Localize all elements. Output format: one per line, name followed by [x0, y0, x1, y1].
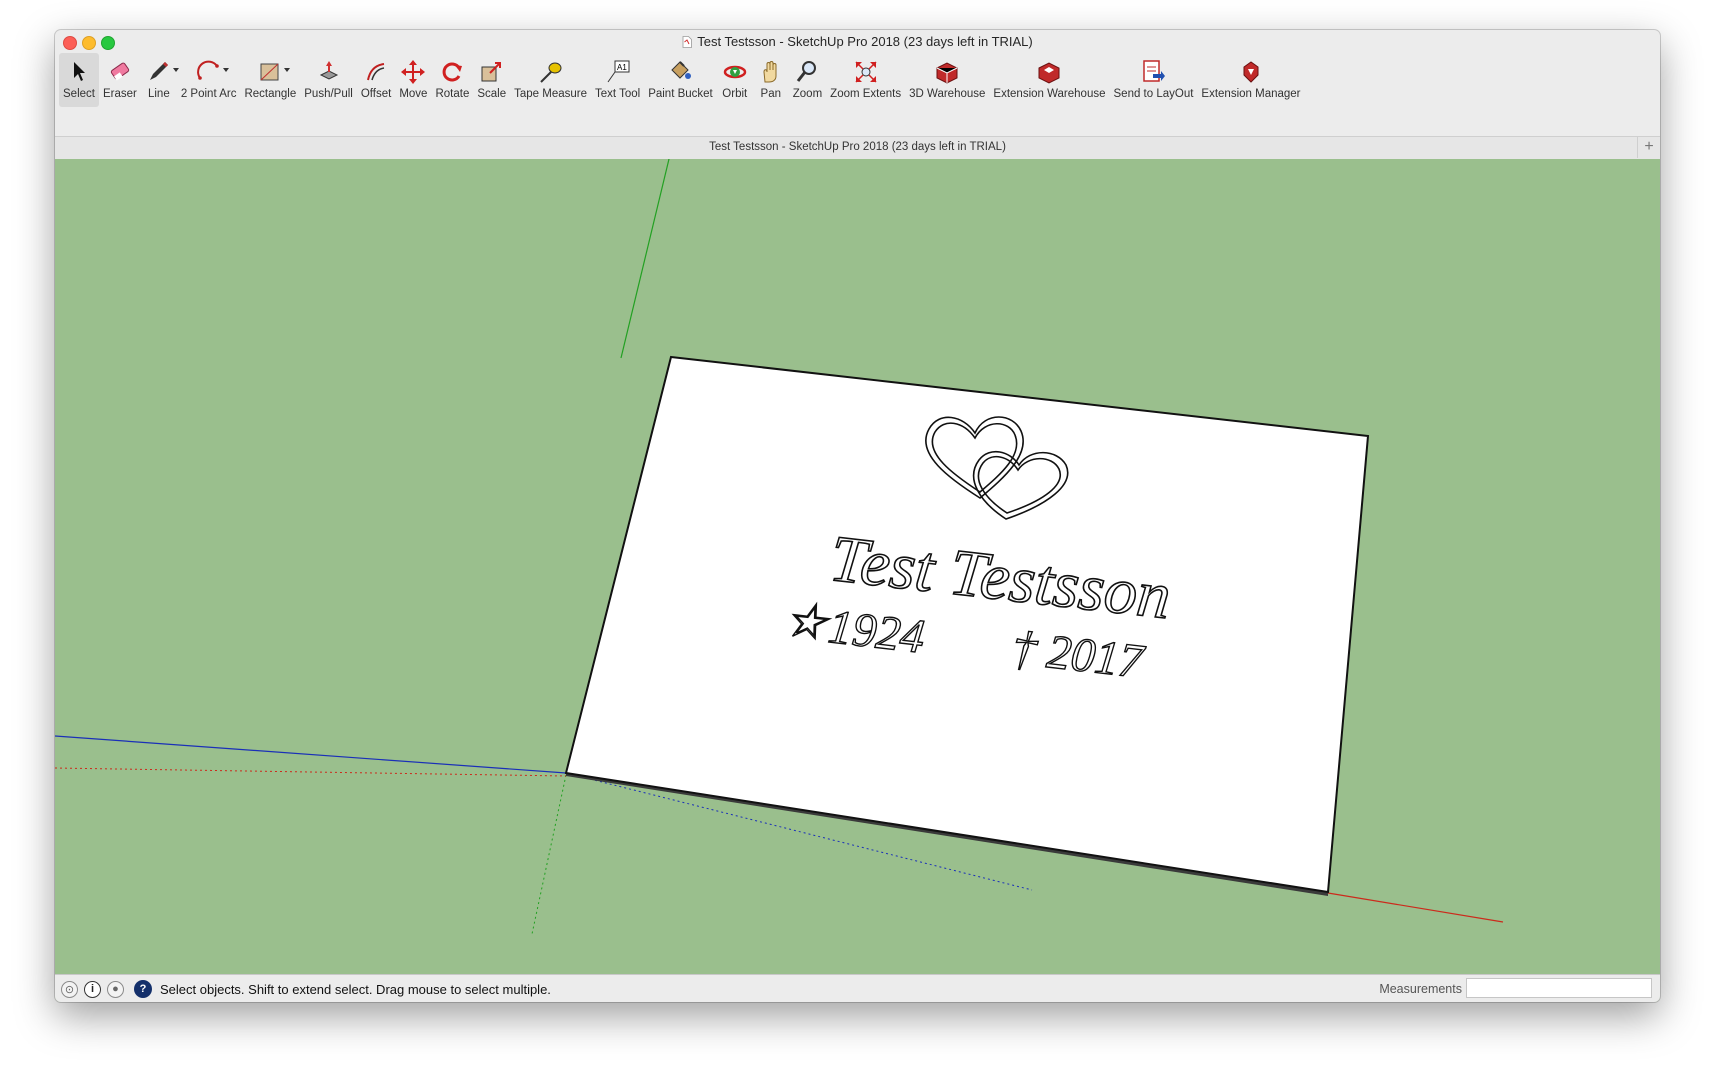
- tool-label: Send to LayOut: [1113, 88, 1194, 100]
- status-bar: ⊙ i ● ? Select objects. Shift to extend …: [55, 974, 1660, 1002]
- orbit-icon: [721, 59, 749, 85]
- tool-label: Extension Manager: [1201, 88, 1301, 100]
- tool-scale-button[interactable]: Scale: [473, 53, 510, 107]
- tool-offset-button[interactable]: Offset: [357, 53, 395, 107]
- tool-zoom-button[interactable]: Zoom: [789, 53, 826, 107]
- zoom-extents-icon: [852, 59, 880, 85]
- credits-info-icon[interactable]: i: [84, 980, 101, 998]
- tape-measure-icon: [537, 59, 565, 85]
- tool-label: Text Tool: [595, 88, 641, 100]
- extension-warehouse-icon: [1035, 59, 1063, 85]
- 3d-warehouse-icon: [933, 59, 961, 85]
- tool-rotate-button[interactable]: Rotate: [431, 53, 473, 107]
- tool-label: Orbit: [722, 88, 748, 100]
- tool-rectangle-button[interactable]: Rectangle: [240, 53, 300, 107]
- tool-tape-measure-button[interactable]: Tape Measure: [510, 53, 591, 107]
- tool-send-to-layout-button[interactable]: Send to LayOut: [1110, 53, 1198, 107]
- select-arrow-icon: [65, 59, 93, 85]
- tool-label: Eraser: [102, 88, 137, 100]
- tool-line-button[interactable]: Line: [141, 53, 179, 107]
- tool-orbit-button[interactable]: Orbit: [717, 53, 753, 107]
- geo-location-icon[interactable]: ⊙: [61, 980, 78, 998]
- tool-move-button[interactable]: Move: [395, 53, 431, 107]
- large-tool-set-toolbar: Select Eraser Line 2 Point Arc Rectangle Push…: [55, 53, 1660, 136]
- tool-label: Tape Measure: [514, 88, 587, 100]
- document-icon: [682, 35, 693, 48]
- scene-tab-bar: Test Testsson - SketchUp Pro 2018 (23 da…: [55, 136, 1660, 160]
- tool-label: Pan: [760, 88, 781, 100]
- tool-extension-manager-button[interactable]: Extension Manager: [1197, 53, 1304, 107]
- rectangle-icon: [256, 59, 291, 85]
- death-year: 2017: [1044, 625, 1147, 689]
- blue-axis: [55, 735, 567, 774]
- text-tool-icon: A1: [604, 59, 632, 85]
- extension-manager-icon: [1237, 59, 1265, 85]
- paint-bucket-icon: [666, 59, 694, 85]
- measurements-input[interactable]: [1466, 978, 1652, 998]
- offset-icon: [362, 59, 390, 85]
- tool-label: 3D Warehouse: [909, 88, 986, 100]
- tool-label: Extension Warehouse: [993, 88, 1106, 100]
- send-to-layout-icon: [1139, 59, 1167, 85]
- green-axis: [620, 159, 670, 359]
- zoom-window-button[interactable]: [101, 36, 115, 50]
- close-window-button[interactable]: [63, 36, 77, 50]
- tool-eraser-button[interactable]: Eraser: [99, 53, 141, 107]
- tool-label: Move: [399, 88, 428, 100]
- tool-extension-warehouse-button[interactable]: Extension Warehouse: [989, 53, 1109, 107]
- scale-icon: [478, 59, 506, 85]
- modeling-viewport[interactable]: Test Testsson ☆ 1924 † 2017: [55, 159, 1660, 1002]
- chevron-down-icon[interactable]: [222, 68, 229, 72]
- title-bar: Test Testsson - SketchUp Pro 2018 (23 da…: [55, 30, 1660, 53]
- push-pull-icon: [315, 59, 343, 85]
- move-icon: [399, 59, 427, 85]
- user-account-icon[interactable]: ●: [107, 980, 124, 998]
- eraser-icon: [106, 59, 134, 85]
- tool-label: Line: [147, 88, 170, 100]
- tool-3d-warehouse-button[interactable]: 3D Warehouse: [905, 53, 989, 107]
- red-axis: [1327, 892, 1504, 923]
- tool-paint-bucket-button[interactable]: Paint Bucket: [644, 53, 717, 107]
- tool-push-pull-button[interactable]: Push/Pull: [300, 53, 357, 107]
- add-tab-button[interactable]: +: [1637, 137, 1660, 158]
- tool-label: Push/Pull: [304, 88, 353, 100]
- pencil-icon: [145, 59, 179, 85]
- birth-year: 1924: [826, 600, 927, 664]
- status-message: Select objects. Shift to extend select. …: [160, 981, 551, 997]
- svg-text:A1: A1: [617, 63, 627, 72]
- tool-pan-button[interactable]: Pan: [753, 53, 789, 107]
- rotate-icon: [438, 59, 466, 85]
- minimize-window-button[interactable]: [82, 36, 96, 50]
- tool-2-point-arc-button[interactable]: 2 Point Arc: [177, 53, 241, 107]
- zoom-icon: [793, 59, 821, 85]
- instructor-help-icon[interactable]: ?: [134, 980, 152, 998]
- model-canvas[interactable]: Test Testsson ☆ 1924 † 2017: [55, 159, 1660, 1002]
- tool-label: Paint Bucket: [648, 88, 713, 100]
- window-title: Test Testsson - SketchUp Pro 2018 (23 da…: [697, 34, 1033, 49]
- sketchup-window: Test Testsson - SketchUp Pro 2018 (23 da…: [55, 30, 1660, 1002]
- measurements-label: Measurements: [1379, 982, 1462, 996]
- arc-icon: [195, 59, 229, 85]
- tool-label: Offset: [360, 88, 392, 100]
- tool-select-button[interactable]: Select: [59, 53, 99, 107]
- pan-hand-icon: [757, 59, 785, 85]
- chevron-down-icon[interactable]: [284, 68, 291, 72]
- red-axis-hidden: [55, 767, 567, 777]
- tool-label: 2 Point Arc: [180, 88, 237, 100]
- headstone-face[interactable]: [564, 355, 1370, 894]
- tool-label: Scale: [477, 88, 507, 100]
- tool-label: Select: [63, 88, 95, 100]
- tool-zoom-extents-button[interactable]: Zoom Extents: [826, 53, 905, 107]
- tool-label: Rectangle: [244, 88, 297, 100]
- green-axis-hidden: [531, 774, 567, 935]
- tool-label: Zoom Extents: [830, 88, 902, 100]
- tool-label: Rotate: [435, 88, 470, 100]
- tool-text-tool-button[interactable]: A1 Text Tool: [591, 53, 644, 107]
- model-tab-title: Test Testsson - SketchUp Pro 2018 (23 da…: [709, 141, 1006, 153]
- tool-label: Zoom: [792, 88, 823, 100]
